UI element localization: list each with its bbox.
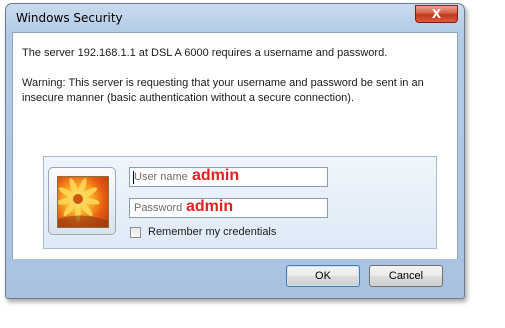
- username-placeholder: User name: [134, 171, 188, 183]
- password-field[interactable]: Password admin: [129, 198, 328, 218]
- remember-checkbox[interactable]: [130, 226, 141, 238]
- server-message: The server 192.168.1.1 at DSL A 6000 req…: [22, 47, 388, 59]
- remember-credentials-option[interactable]: Remember my credentials: [130, 226, 276, 238]
- password-placeholder: Password: [134, 202, 183, 214]
- title-bar[interactable]: Windows Security X: [6, 4, 464, 32]
- close-button[interactable]: X: [415, 5, 458, 23]
- cancel-button[interactable]: Cancel: [369, 265, 443, 287]
- dialog-title: Windows Security: [16, 11, 123, 25]
- windows-security-dialog: Windows Security X The server 192.168.1.…: [5, 3, 465, 299]
- username-field[interactable]: User name admin: [129, 167, 328, 187]
- password-annotation: admin: [186, 198, 234, 215]
- close-icon: X: [431, 7, 442, 21]
- username-annotation: admin: [192, 167, 240, 184]
- user-avatar-flower-icon: [57, 176, 109, 228]
- warning-message: Warning: This server is requesting that …: [22, 77, 424, 104]
- dialog-content: The server 192.168.1.1 at DSL A 6000 req…: [12, 32, 458, 259]
- remember-label: Remember my credentials: [148, 226, 277, 238]
- button-bar: OK Cancel: [12, 259, 458, 293]
- ok-button[interactable]: OK: [286, 265, 360, 287]
- avatar: [48, 167, 116, 235]
- credential-tile[interactable]: User name admin Password admin Remember …: [43, 156, 437, 249]
